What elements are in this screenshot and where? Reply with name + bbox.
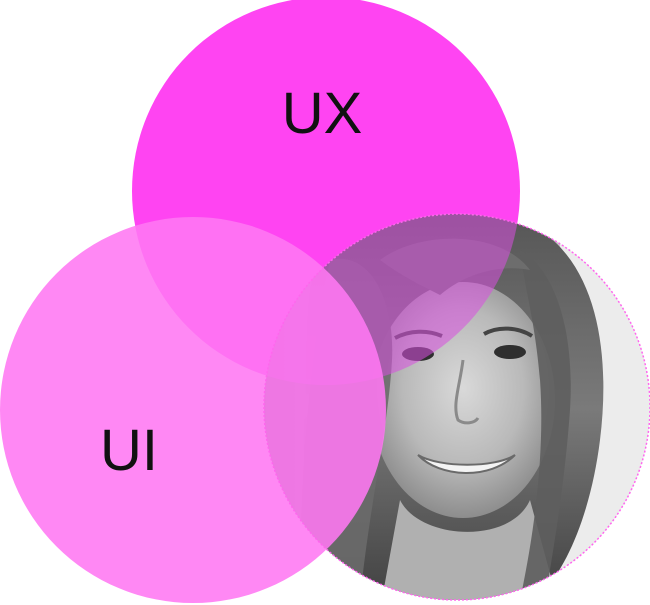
ui-circle [0, 217, 386, 603]
ui-label: UI [100, 418, 158, 483]
ux-label: UX [282, 81, 363, 146]
venn-svg: UX UI [0, 0, 650, 603]
venn-diagram: UX UI [0, 0, 650, 605]
